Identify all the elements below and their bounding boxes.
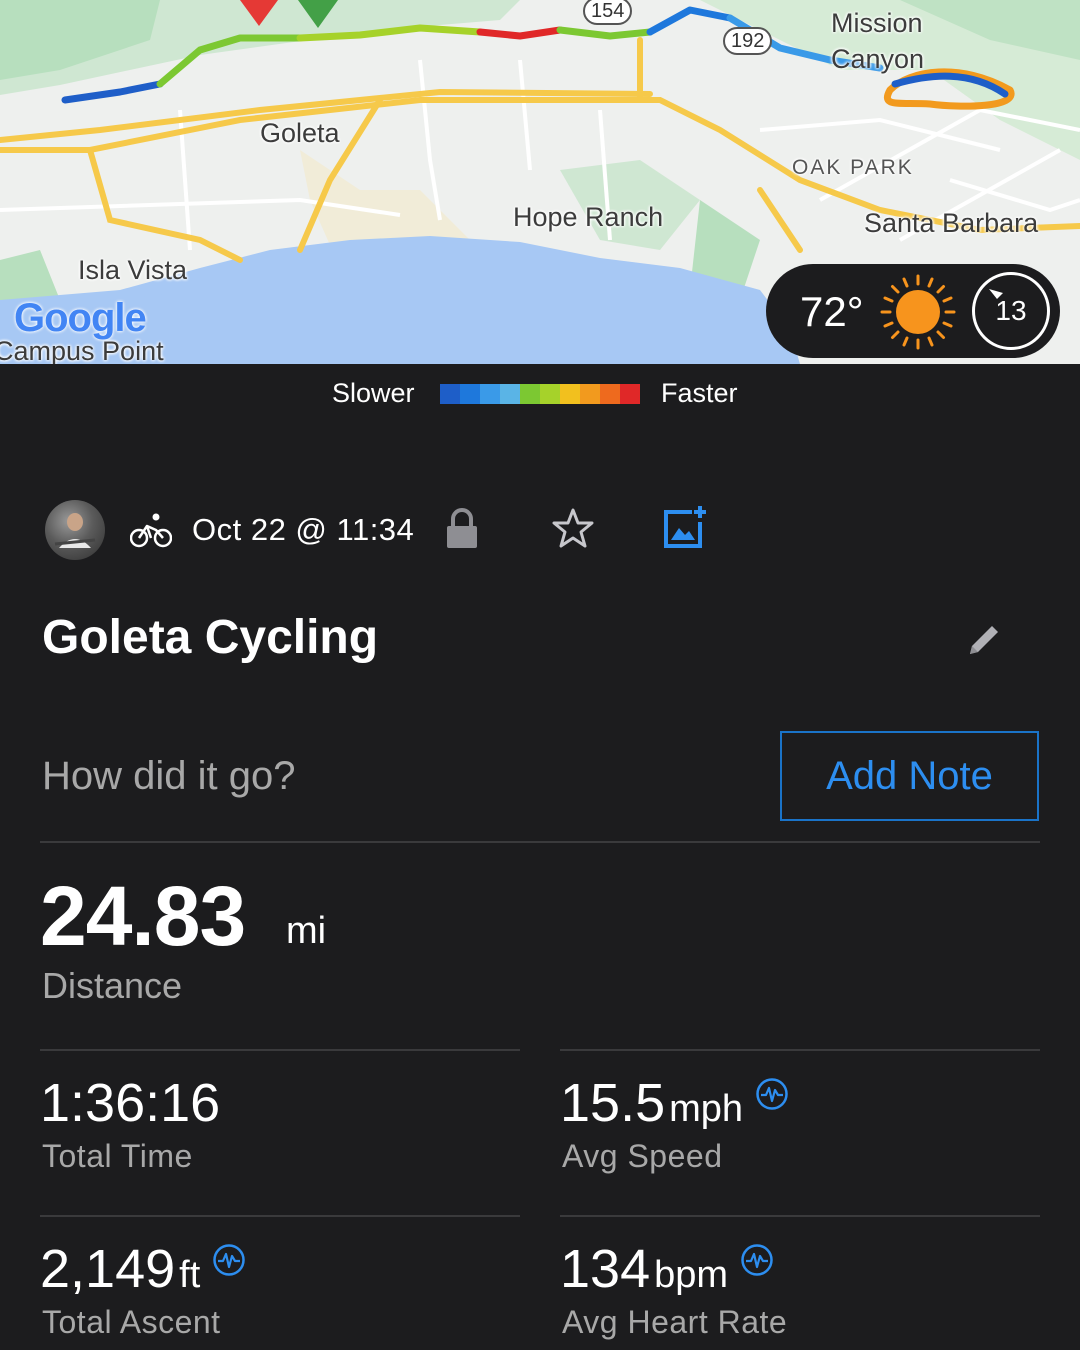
map-label-hope-ranch: Hope Ranch (513, 202, 664, 232)
total-time-number: 1:36:16 (40, 1073, 221, 1133)
divider (40, 841, 1040, 843)
divider (560, 1215, 1040, 1217)
avg-heart-rate-number: 134 (560, 1239, 651, 1299)
legend-color-swatch (560, 384, 580, 404)
legend-color-swatch (600, 384, 620, 404)
route-map[interactable]: Goleta Hope Ranch Isla Vista Campus Poin… (0, 0, 1080, 364)
avatar[interactable] (45, 500, 105, 560)
activity-title: Goleta Cycling (42, 611, 379, 664)
sensor-data-icon[interactable] (212, 1243, 246, 1277)
add-photo-icon[interactable] (662, 504, 708, 550)
bike-icon (130, 513, 172, 548)
avg-speed-number: 15.5 (560, 1073, 666, 1133)
distance-value: 24.83 (40, 869, 246, 963)
legend-slower-label: Slower (332, 378, 415, 408)
speed-legend: Slower Faster (0, 364, 1080, 424)
total-ascent-unit: ft (179, 1254, 201, 1296)
distance-unit: mi (286, 910, 327, 952)
legend-color-swatch (440, 384, 460, 404)
legend-color-swatch (460, 384, 480, 404)
add-note-button[interactable]: Add Note (780, 731, 1039, 821)
weather-pill[interactable]: 72° 13 (766, 264, 1060, 358)
star-icon[interactable] (551, 507, 595, 549)
highway-shield-192: 192 (723, 27, 773, 55)
google-logo-text: Google (14, 296, 147, 340)
avg-speed-unit: mph (669, 1088, 744, 1130)
lock-icon[interactable] (445, 508, 479, 550)
legend-color-swatch (540, 384, 560, 404)
avatar-image (54, 513, 96, 548)
total-ascent-value: 2,149 ft (40, 1238, 246, 1300)
total-time-value: 1:36:16 (40, 1072, 220, 1134)
sensor-data-icon[interactable] (755, 1077, 789, 1111)
weather-temperature: 72° (800, 288, 864, 335)
map-label-santa-barbara: Santa Barbara (864, 208, 1039, 238)
sun-icon (880, 274, 956, 350)
map-label-isla-vista: Isla Vista (78, 255, 188, 285)
legend-faster-label: Faster (661, 378, 738, 408)
map-label-canyon: Canyon (831, 44, 925, 74)
activity-meta-row: Oct 22 @ 11:34 (0, 498, 1080, 562)
map-label-goleta: Goleta (260, 118, 340, 148)
legend-color-swatch (480, 384, 500, 404)
distance-label: Distance (42, 965, 183, 1006)
legend-color-swatch (620, 384, 640, 404)
map-label-mission: Mission (831, 8, 923, 38)
divider (40, 1049, 520, 1051)
divider (40, 1215, 520, 1217)
activity-date: Oct 22 @ 11:34 (192, 512, 415, 547)
highway-shield-154: 154 (583, 0, 633, 25)
legend-color-bar (440, 384, 640, 404)
wind-speed: 13 (995, 295, 1027, 326)
avg-heart-rate-value: 134 bpm (560, 1238, 774, 1300)
legend-color-swatch (520, 384, 540, 404)
total-ascent-label: Total Ascent (42, 1304, 221, 1340)
avg-heart-rate-unit: bpm (654, 1254, 729, 1296)
total-ascent-number: 2,149 (40, 1239, 176, 1299)
legend-color-swatch (500, 384, 520, 404)
legend-color-swatch (580, 384, 600, 404)
avg-heart-rate-label: Avg Heart Rate (562, 1304, 788, 1340)
divider (560, 1049, 1040, 1051)
edit-pencil-icon[interactable] (966, 620, 1004, 658)
avg-speed-value: 15.5 mph (560, 1072, 789, 1134)
total-time-label: Total Time (42, 1138, 193, 1174)
note-prompt: How did it go? (42, 754, 296, 798)
avg-speed-label: Avg Speed (562, 1138, 723, 1174)
google-logo: Google (14, 296, 147, 341)
map-label-oak-park: OAK PARK (792, 156, 914, 179)
wind-direction-icon: 13 (972, 272, 1050, 350)
sensor-data-icon[interactable] (740, 1243, 774, 1277)
